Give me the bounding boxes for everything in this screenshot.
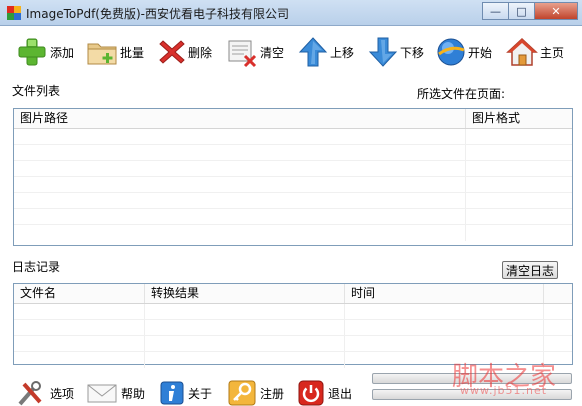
options-label: 选项 [50,386,75,401]
mail-icon [87,384,117,403]
delete-label: 删除 [188,45,213,60]
column-header-time[interactable]: 时间 [345,284,544,303]
column-header-file-name[interactable]: 文件名 [14,284,145,303]
register-label: 注册 [260,386,285,401]
register-button[interactable]: 注册 [228,380,284,406]
table-row [14,161,572,177]
close-button[interactable]: ✕ [534,2,578,20]
table-row [14,304,572,320]
table-row [14,177,572,193]
file-list-table[interactable]: 图片路径 图片格式 [13,108,573,246]
move-up-button[interactable]: 上移 [298,35,354,69]
about-button[interactable]: 关于 [160,380,212,406]
window-title: ImageToPdf(免费版)-西安优看电子科技有限公司 [26,7,289,21]
selected-on-page-label: 所选文件在页面: [417,87,506,101]
arrow-down-icon [368,37,398,67]
clear-log-button[interactable]: 清空日志 [502,261,558,279]
move-down-button[interactable]: 下移 [368,35,424,69]
table-row [14,225,572,241]
help-button[interactable]: 帮助 [87,380,145,406]
home-icon [506,37,538,66]
app-icon [7,6,21,20]
batch-button[interactable]: 批量 [86,35,144,69]
key-icon [228,380,256,406]
clear-list-icon [228,40,257,68]
move-down-label: 下移 [400,45,425,60]
maximize-button[interactable]: □ [508,2,534,20]
exit-button[interactable]: 退出 [298,380,352,406]
folder-add-icon [87,43,117,65]
help-label: 帮助 [121,386,146,401]
log-header: 文件名 转换结果 时间 [14,284,572,304]
clear-label: 清空 [260,45,285,60]
power-icon [298,380,324,406]
arrow-up-icon [298,37,328,67]
options-button[interactable]: 选项 [16,380,74,406]
batch-label: 批量 [120,45,145,60]
add-label: 添加 [50,45,75,60]
column-header-spacer [544,284,572,303]
toolbar: 添加 批量 删除 清空 上移 下移 开始 主页 [0,27,582,75]
tools-icon [18,381,42,406]
file-list-label: 文件列表 [12,84,61,98]
table-row [14,129,572,145]
about-label: 关于 [188,386,213,401]
home-label: 主页 [540,45,565,60]
delete-button[interactable]: 删除 [158,35,212,69]
table-row [14,145,572,161]
home-button[interactable]: 主页 [506,35,564,69]
log-label: 日志记录 [12,260,61,274]
column-header-image-path[interactable]: 图片路径 [14,109,466,128]
plus-icon [18,38,46,66]
file-list-header: 图片路径 图片格式 [14,109,572,129]
log-table[interactable]: 文件名 转换结果 时间 [13,283,573,368]
clear-button[interactable]: 清空 [226,35,284,69]
table-row [14,193,572,209]
exit-label: 退出 [328,386,353,401]
column-header-convert-result[interactable]: 转换结果 [145,284,345,303]
table-row [14,209,572,225]
info-icon [160,381,184,405]
add-button[interactable]: 添加 [16,35,74,69]
window-controls: — □ ✕ [482,2,578,21]
minimize-button[interactable]: — [482,2,508,20]
table-row [14,320,572,336]
watermark-url: www.jb51.net [460,384,548,397]
move-up-label: 上移 [330,45,355,60]
table-row [14,336,572,352]
start-globe-icon [437,38,465,66]
delete-x-icon [159,40,185,64]
start-button[interactable]: 开始 [436,35,492,69]
start-label: 开始 [468,45,493,60]
column-header-image-format[interactable]: 图片格式 [466,109,572,128]
title-bar[interactable]: ImageToPdf(免费版)-西安优看电子科技有限公司 — □ ✕ [0,0,582,26]
